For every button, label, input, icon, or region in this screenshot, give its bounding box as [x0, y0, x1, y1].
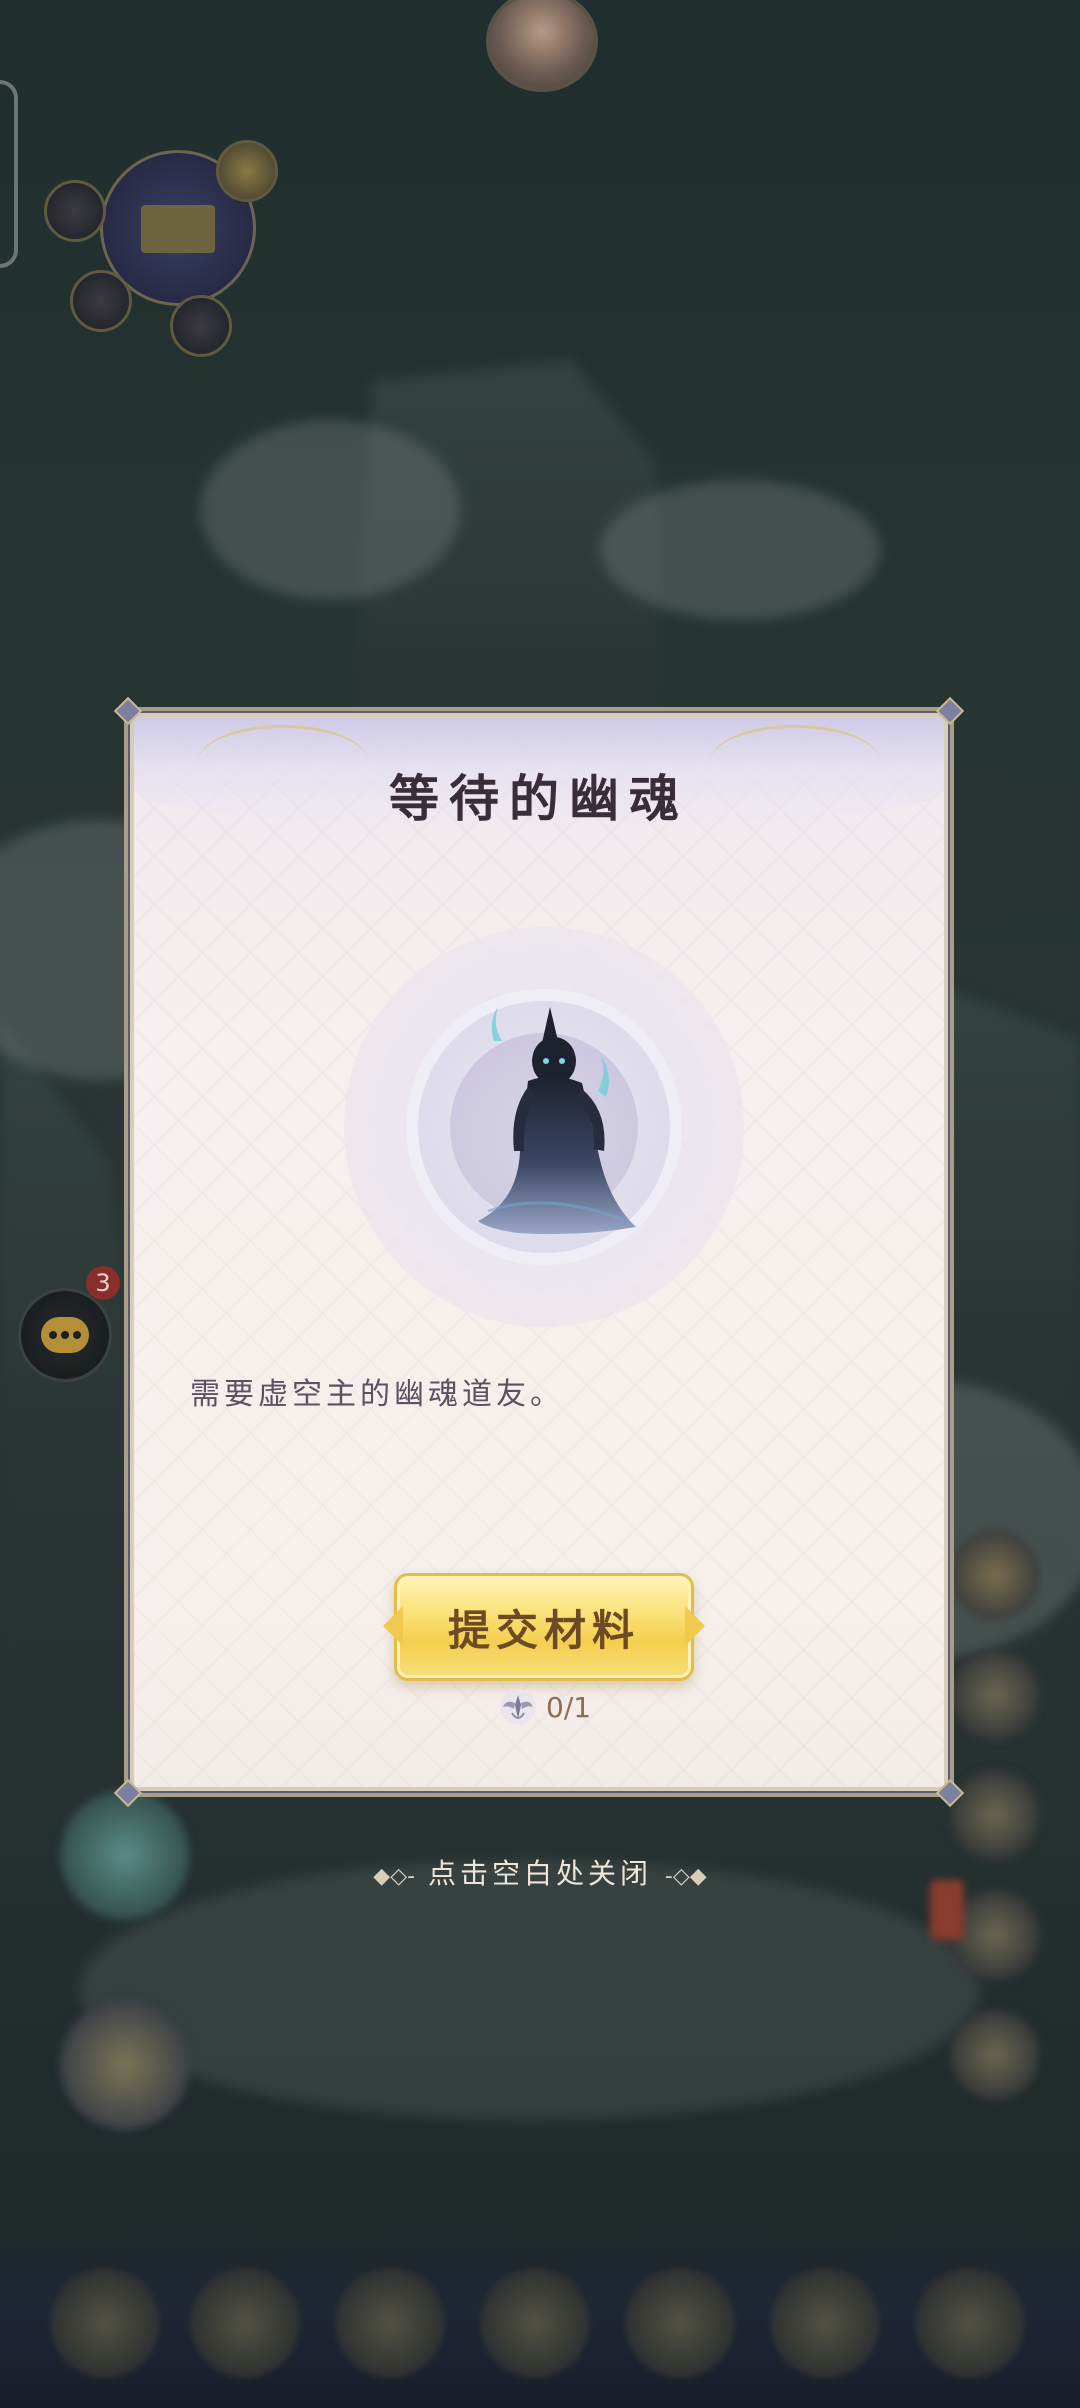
nav-slot[interactable] [335, 2268, 445, 2378]
activity-orb-small[interactable] [216, 140, 278, 202]
winged-emblem-icon [500, 1689, 536, 1725]
chat-unread-badge: 3 [86, 1266, 120, 1300]
nav-slot[interactable] [50, 2268, 160, 2378]
chat-button[interactable] [18, 1288, 112, 1382]
chat-bubble-icon [41, 1317, 89, 1353]
dialog-title: 等待的幽魂 [389, 769, 689, 828]
nav-slot[interactable] [480, 2268, 590, 2378]
side-widget[interactable] [950, 1770, 1040, 1860]
activity-orb-small[interactable] [44, 180, 106, 242]
hint-ornament-right: -◇◆ [664, 1864, 707, 1889]
submit-materials-button[interactable]: 提交材料 [394, 1573, 694, 1681]
bottom-navigation [0, 2238, 1080, 2408]
side-widget[interactable] [950, 1650, 1040, 1740]
side-widget[interactable] [950, 2010, 1040, 2100]
close-hint[interactable]: ◆◇- 点击空白处关闭 -◇◆ [0, 1852, 1080, 1892]
quest-description: 需要虚空主的幽魂道友。 [190, 1377, 564, 1412]
activity-orb-small[interactable] [170, 295, 232, 357]
nav-slot[interactable] [770, 2268, 880, 2378]
quest-dialog: 等待的幽魂 需要虚空主的幽魂道友。 提交材料 0/1 [113, 696, 965, 1808]
activity-orb-small[interactable] [70, 270, 132, 332]
activity-orb-cluster[interactable] [40, 130, 280, 360]
nav-slot[interactable] [915, 2268, 1025, 2378]
ghost-figure-icon [478, 1007, 636, 1235]
nav-slot[interactable] [625, 2268, 735, 2378]
close-hint-text: 点击空白处关闭 [427, 1857, 652, 1890]
hint-ornament-left: ◆◇- [373, 1864, 416, 1889]
left-panel-tab[interactable] [0, 80, 18, 268]
side-widget[interactable] [60, 2000, 190, 2130]
game-screen[interactable]: 3 等待的幽魂 需要虚空主的幽魂道友。 提交材料 0/1 ◆◇- 点击空白处关闭… [0, 0, 1080, 2408]
material-count: 0/1 [546, 1690, 592, 1724]
nav-slot[interactable] [190, 2268, 300, 2378]
side-widget[interactable] [950, 1530, 1040, 1620]
material-requirement: 0/1 [498, 1687, 591, 1727]
